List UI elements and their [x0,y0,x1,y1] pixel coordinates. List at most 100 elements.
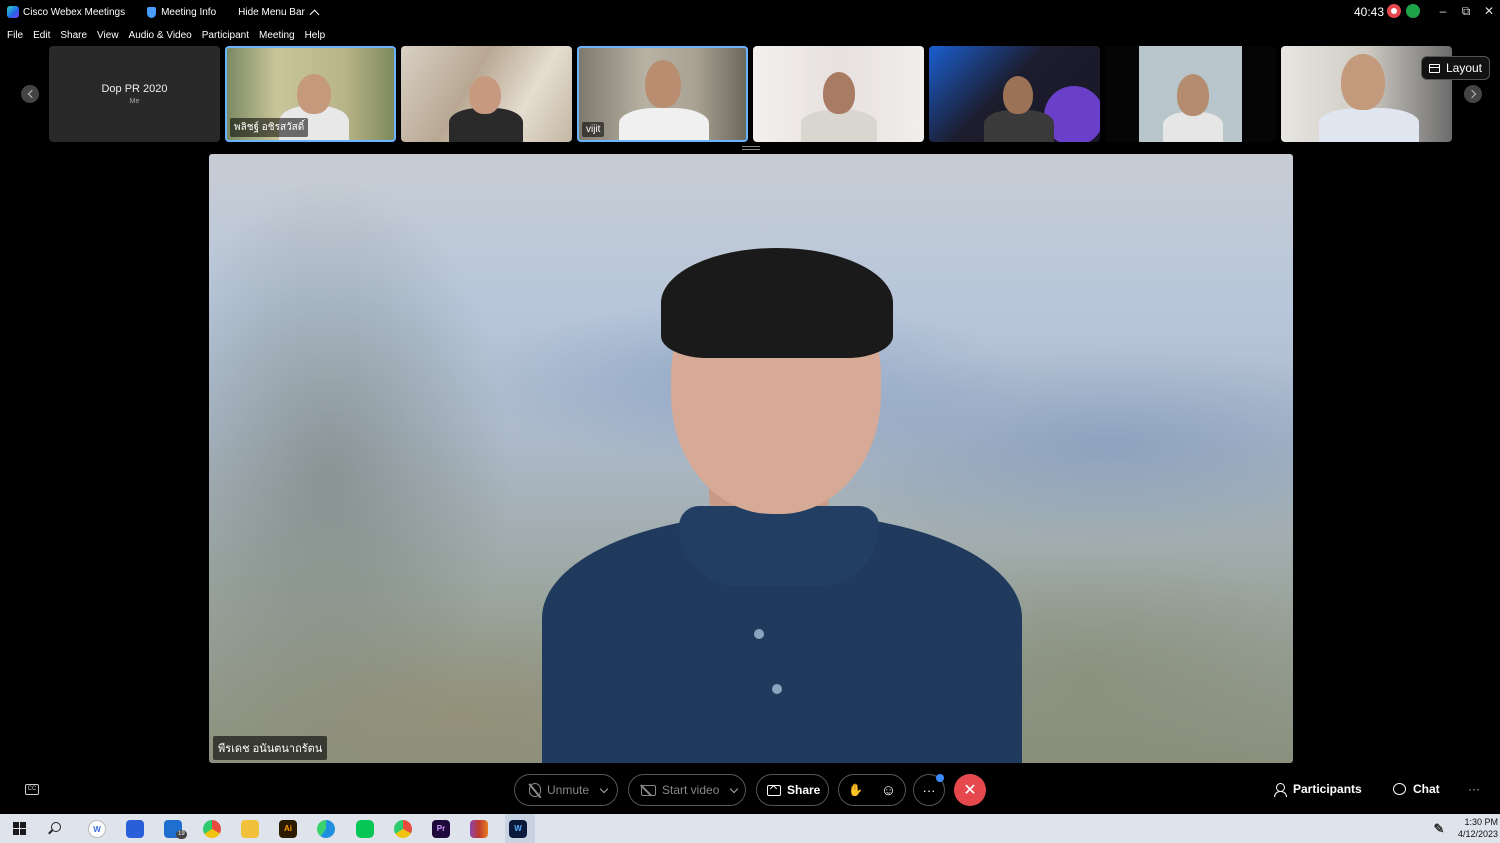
participant-name: vijit [582,122,605,137]
restore-button[interactable]: ⧉ [1456,2,1476,20]
closed-captions-icon[interactable]: CC [25,784,39,795]
menu-audio-video[interactable]: Audio & Video [129,30,192,41]
minimize-button[interactable]: – [1433,2,1453,20]
meeting-info-label: Meeting Info [161,6,217,18]
participant-tile[interactable] [401,46,572,142]
speaker-collar [679,506,879,586]
participant-tile[interactable] [753,46,924,142]
file-explorer-icon[interactable] [241,820,259,838]
menu-participant[interactable]: Participant [202,30,249,41]
participant-video [1163,112,1223,142]
participants-button[interactable]: Participants [1274,782,1362,797]
chat-button[interactable]: Chat [1393,782,1440,796]
chat-icon [1393,783,1406,795]
shield-icon [147,6,157,18]
share-screen-icon [767,784,781,796]
chrome-profile-icon[interactable] [394,820,412,838]
unmute-label: Unmute [547,783,590,797]
participant-face [1341,54,1385,110]
search-icon[interactable] [51,822,61,832]
premiere-icon[interactable]: Pr [432,820,450,838]
pen-icon[interactable]: ✎ [1430,820,1448,838]
participant-face [1177,74,1209,116]
filmstrip-prev-button[interactable] [21,85,39,103]
clock-time: 1:30 PM [1464,817,1498,827]
speaker-hair [661,248,893,358]
layout-icon [1428,63,1440,73]
participant-tile[interactable] [929,46,1100,142]
store-icon[interactable] [126,820,144,838]
filmstrip-next-button[interactable] [1464,85,1482,103]
share-button[interactable]: Share [756,774,829,806]
close-window-button[interactable]: ✕ [1479,2,1499,20]
edge-icon[interactable] [317,820,335,838]
unmute-button[interactable]: Unmute [514,774,618,806]
filmstrip-resize-handle[interactable] [742,146,760,150]
layout-button[interactable]: Layout [1421,56,1490,80]
meeting-controls: CC Unmute Start video Share ✋ ☺ ··· ✕ Pa… [0,772,1500,808]
raise-hand-icon[interactable]: ✋ [839,783,872,797]
windows-start-icon[interactable] [13,822,26,835]
system-clock[interactable]: 1:30 PM 4/12/2023 [1454,816,1498,840]
chrome-icon[interactable] [203,820,221,838]
hide-menu-bar-button[interactable]: Hide Menu Bar [238,7,320,19]
line-icon[interactable] [356,820,374,838]
shirt-button [772,684,782,694]
share-label: Share [787,783,821,797]
participant-filmstrip: Dop PR 2020 Me พลิชฐ์ อชิรสวัสดิ์ vijit … [0,46,1500,150]
self-video-tile[interactable]: Dop PR 2020 Me [49,46,220,142]
participant-video [619,108,709,140]
menu-help[interactable]: Help [305,30,326,41]
recording-icon[interactable] [1387,4,1401,18]
webex-logo-icon [7,6,19,18]
microphone-muted-icon [529,783,541,797]
participant-tile[interactable] [1105,46,1276,142]
menu-bar: File Edit Share View Audio & Video Parti… [0,24,1500,46]
meeting-timer: 40:43 [1354,5,1385,19]
participant-face [823,72,855,114]
participant-face [469,76,501,114]
menu-file[interactable]: File [7,30,23,41]
title-bar: Cisco Webex Meetings Meeting Info Hide M… [0,0,1500,24]
layout-label: Layout [1445,61,1483,75]
webex-app-icon[interactable]: W [88,820,106,838]
panel-overflow-button[interactable]: ··· [1468,782,1480,796]
video-off-icon [641,784,656,796]
reactions-icon[interactable]: ☺ [872,782,905,799]
chevron-down-icon[interactable] [730,784,739,793]
notification-dot [936,774,944,782]
participant-tile[interactable]: vijit [577,46,748,142]
self-label: Me [129,98,140,105]
participants-label: Participants [1293,782,1362,796]
start-video-label: Start video [662,783,720,797]
illustrator-icon[interactable]: Ai [279,820,297,838]
clock-date: 4/12/2023 [1457,829,1498,839]
meeting-info-button[interactable]: Meeting Info [147,6,217,18]
menu-meeting[interactable]: Meeting [259,30,295,41]
participant-face [297,74,331,114]
chevron-up-icon [309,9,320,19]
webex-meetings-icon[interactable]: W [509,820,527,838]
participant-face [645,60,681,108]
participant-tile[interactable]: พลิชฐ์ อชิรสวัสดิ์ [225,46,396,142]
speaker-name: พีรเดช อนันตนาถรัตน [213,736,328,760]
chevron-down-icon[interactable] [599,784,609,793]
active-speaker-video[interactable]: พีรเดช อนันตนาถรัตน [209,154,1293,763]
chevron-right-icon [1467,89,1476,99]
app-title: Cisco Webex Meetings [23,6,126,18]
chat-label: Chat [1413,782,1440,796]
participant-video [984,110,1054,142]
end-meeting-button[interactable]: ✕ [954,774,986,806]
network-status-icon[interactable] [1406,4,1420,18]
menu-edit[interactable]: Edit [33,30,50,41]
self-name: Dop PR 2020 [101,83,168,95]
menu-view[interactable]: View [97,30,119,41]
participant-face [1003,76,1033,114]
participants-icon [1274,782,1287,797]
mail-badge: 19 [176,830,187,839]
start-video-button[interactable]: Start video [628,774,746,806]
menu-share[interactable]: Share [60,30,87,41]
winrar-icon[interactable] [470,820,488,838]
reactions-group: ✋ ☺ [838,774,906,806]
participant-video [801,110,877,142]
